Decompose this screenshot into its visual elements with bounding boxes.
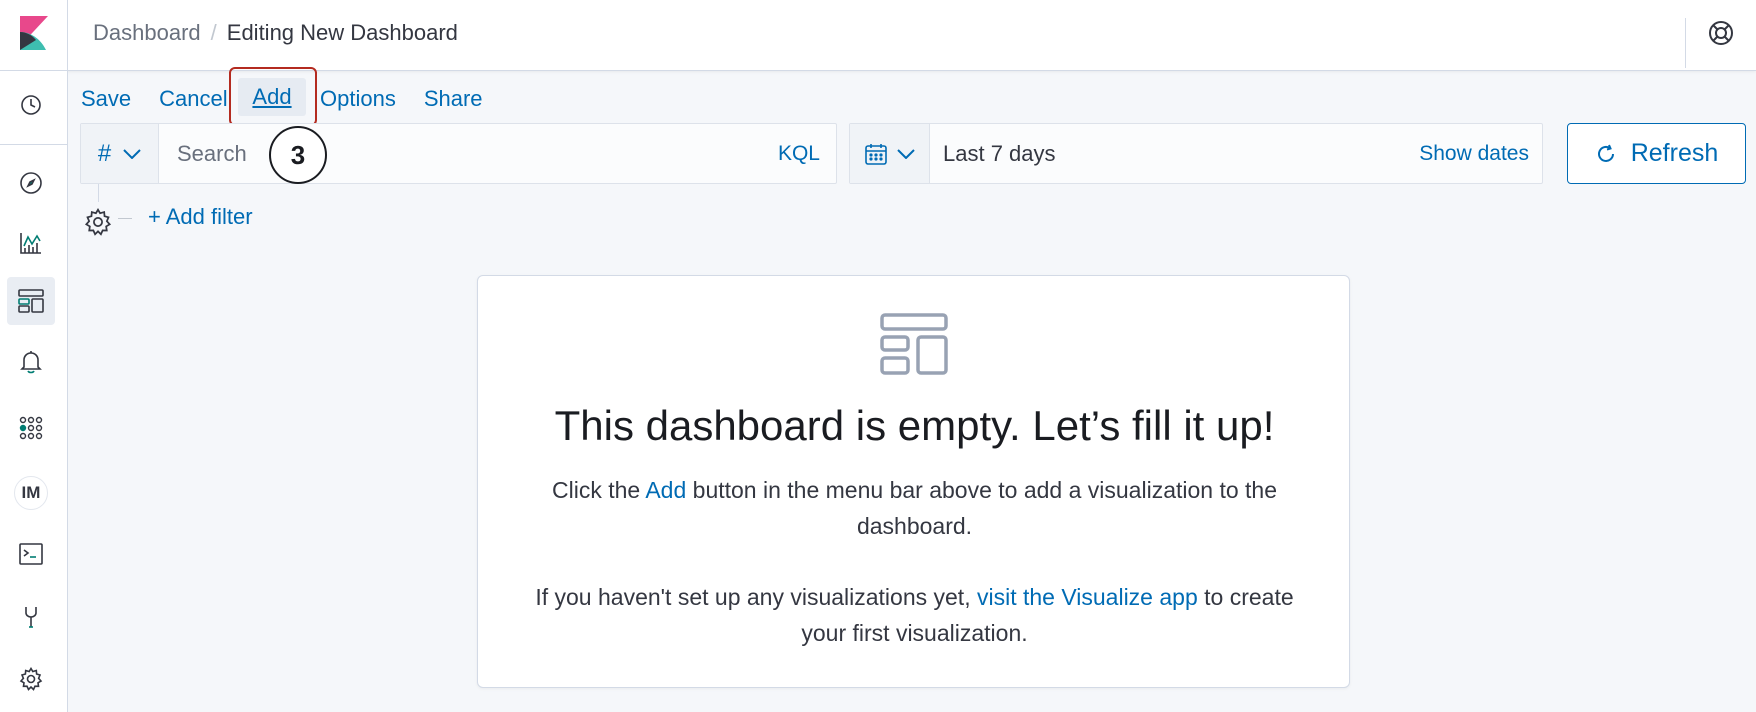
dashboard-icon — [18, 289, 44, 313]
wrench-icon — [25, 607, 37, 628]
date-picker: Last 7 days Show dates — [849, 123, 1543, 184]
hash-icon: # — [97, 139, 112, 167]
instructions-text: Click the — [552, 477, 646, 503]
nav-divider — [0, 144, 68, 145]
instructions-text: button in the menu bar above to add a vi… — [686, 477, 1277, 539]
help-icon[interactable] — [1706, 18, 1736, 48]
menu-add[interactable]: Add — [238, 78, 306, 116]
top-nav-menu-right: Options Share — [320, 84, 511, 114]
visualize-app-link[interactable]: visit the Visualize app — [977, 584, 1198, 610]
apps-grid-icon — [19, 416, 43, 440]
index-pattern-button[interactable]: # — [81, 124, 159, 183]
query-bar: # KQL — [80, 123, 837, 184]
menu-share[interactable]: Share — [424, 86, 483, 112]
nav-alerts[interactable] — [7, 338, 55, 386]
quick-menu-button[interactable] — [850, 124, 930, 183]
chevron-down-icon — [896, 148, 915, 159]
empty-instructions: Click the Add button in the menu bar abo… — [518, 472, 1311, 544]
breadcrumb-separator: / — [210, 20, 217, 45]
top-header: Dashboard / Editing New Dashboard — [0, 0, 1756, 71]
hint-text: If you haven't set up any visualizations… — [535, 584, 977, 610]
kql-toggle[interactable]: KQL — [778, 124, 836, 183]
search-input[interactable] — [159, 124, 778, 183]
menu-save[interactable]: Save — [81, 86, 131, 112]
nav-visualize[interactable] — [7, 219, 55, 267]
nav-discover[interactable] — [7, 159, 55, 207]
refresh-button[interactable]: Refresh — [1567, 123, 1746, 184]
breadcrumb-current: Editing New Dashboard — [226, 20, 458, 45]
kibana-logo[interactable] — [0, 0, 68, 70]
empty-title: This dashboard is empty. Let’s fill it u… — [554, 402, 1275, 449]
nav-dashboard[interactable] — [7, 277, 55, 325]
date-range-text[interactable]: Last 7 days — [930, 124, 1419, 183]
gear-icon — [19, 667, 43, 691]
nav-settings[interactable] — [7, 655, 55, 703]
nav-infra-metrics[interactable]: IM — [7, 469, 55, 517]
filter-connector — [118, 218, 132, 219]
filter-connector — [98, 184, 99, 202]
console-icon — [19, 543, 43, 565]
add-filter-button[interactable]: + Add filter — [148, 204, 253, 230]
compass-icon — [20, 172, 42, 194]
breadcrumb-dashboard[interactable]: Dashboard — [93, 20, 201, 46]
nav-recently-viewed[interactable] — [7, 81, 55, 129]
refresh-icon — [1597, 144, 1614, 162]
menu-options[interactable]: Options — [320, 86, 396, 112]
bell-icon — [20, 351, 42, 374]
header-divider — [1685, 18, 1686, 68]
im-badge: IM — [14, 476, 48, 510]
kibana-logo-icon — [19, 16, 48, 50]
add-link[interactable]: Add — [645, 477, 686, 503]
clock-icon — [21, 95, 41, 115]
menu-cancel[interactable]: Cancel — [159, 86, 227, 112]
visualize-icon — [20, 233, 41, 254]
nav-apps[interactable] — [7, 404, 55, 452]
calendar-icon — [864, 143, 887, 165]
nav-dev-tools[interactable] — [7, 530, 55, 578]
empty-dashboard-panel: This dashboard is empty. Let’s fill it u… — [477, 275, 1350, 688]
step-badge: 3 — [269, 126, 327, 184]
show-dates-link[interactable]: Show dates — [1419, 124, 1542, 183]
chevron-down-icon — [123, 148, 141, 159]
filter-settings-button[interactable] — [84, 208, 112, 236]
dashboard-icon — [880, 313, 948, 375]
empty-visualize-hint: If you haven't set up any visualizations… — [518, 579, 1311, 651]
breadcrumb: Dashboard / Editing New Dashboard — [93, 20, 458, 46]
gear-icon — [84, 208, 112, 236]
side-nav: IM — [0, 71, 68, 712]
nav-management[interactable] — [7, 593, 55, 641]
refresh-label: Refresh — [1630, 139, 1719, 167]
